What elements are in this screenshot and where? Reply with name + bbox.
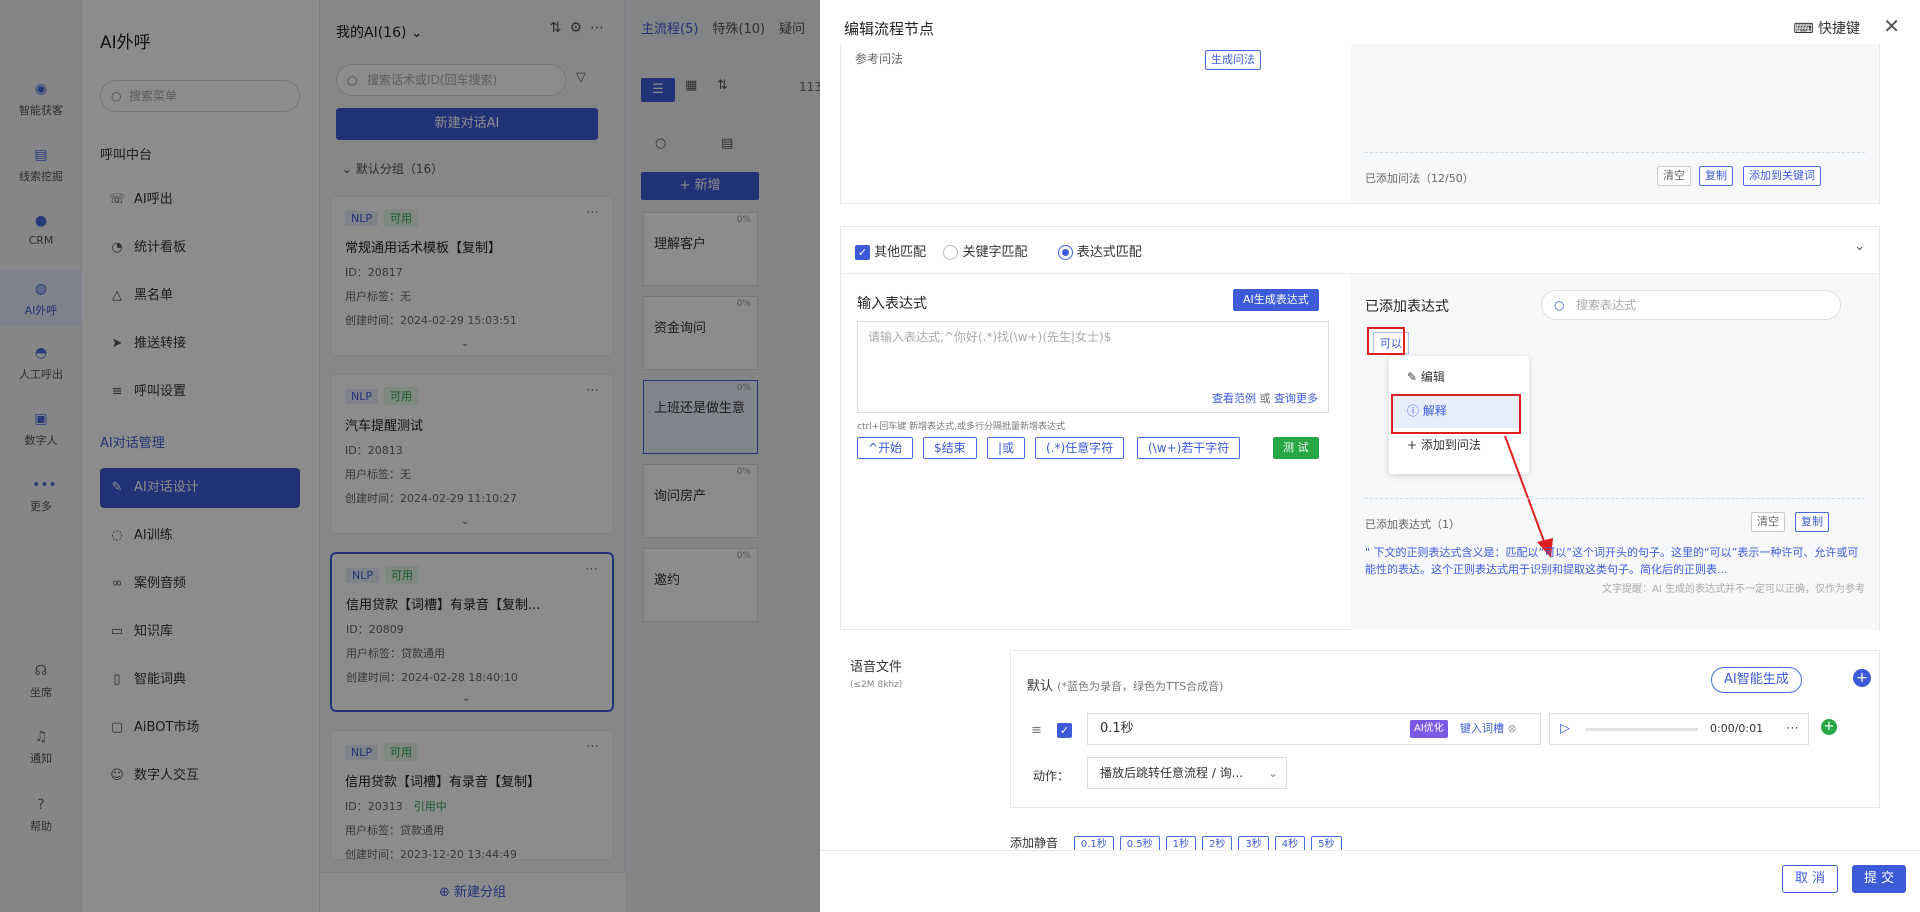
menu-add-to-question[interactable]: + 添加到问法	[1407, 436, 1481, 453]
search-icon: ○	[1554, 298, 1565, 312]
edit-node-drawer: 编辑流程节点 ⌨ 快捷键 ✕ 参考问法 生成问法 已添加问法（12/50） 清空…	[820, 0, 1920, 912]
action-select[interactable]: 播放后跳转任意流程 / 询... ⌄	[1087, 757, 1287, 789]
action-label: 动作：	[1033, 769, 1070, 783]
silence-chip[interactable]: 3秒	[1238, 836, 1269, 850]
modal-overlay[interactable]	[0, 0, 820, 912]
explain-text: " 下文的正则表达式含义是：匹配以“可以”这个词开头的句子。这里的“可以”表示一…	[1365, 546, 1859, 576]
drawer-title: 编辑流程节点	[844, 20, 935, 38]
ref-section: 参考问法 生成问法 已添加问法（12/50） 清空 复制 添加到关键词	[840, 44, 1880, 204]
search-expr-input[interactable]: ○ 搜索表达式	[1541, 290, 1841, 320]
voice-panel: 默认 (*蓝色为录音，绿色为TTS合成音) AI智能生成 + ≡ ✓ 0.1秒 …	[1010, 650, 1880, 808]
keyboard-icon: ⌨	[1793, 21, 1814, 37]
test-button[interactable]: 测 试	[1273, 437, 1319, 459]
chip-word[interactable]: (\w+)若干字符	[1137, 437, 1241, 459]
ai-smart-gen-button[interactable]: AI智能生成	[1711, 667, 1802, 693]
more-icon[interactable]: ⋯	[1786, 714, 1799, 744]
regex-match-radio[interactable]	[1057, 245, 1073, 260]
clear-button[interactable]: 清空	[1657, 166, 1691, 186]
close-icon[interactable]: ✕	[1883, 14, 1900, 38]
voice-sub: (≤2M 8khz)	[850, 680, 903, 690]
chip-or[interactable]: |或	[987, 437, 1026, 459]
added-question-count: 已添加问法（12/50）	[1365, 172, 1474, 185]
menu-edit[interactable]: ✎ 编辑	[1407, 368, 1445, 385]
silence-chip[interactable]: 0.5秒	[1119, 836, 1160, 850]
voice-label: 语音文件	[850, 660, 903, 675]
plus-icon: +	[1407, 438, 1418, 452]
audio-checkbox[interactable]: ✓	[1057, 723, 1072, 738]
added-expr-panel: 已添加表达式 ○ 搜索表达式 可以 ✎ 编辑 ⓘ 解释 + 添加到问法 已添加表达…	[1351, 274, 1879, 630]
chevron-down-icon: ⌄	[1267, 766, 1278, 780]
highlight-box	[1367, 327, 1405, 355]
silence-chip[interactable]: 0.1秒	[1073, 836, 1114, 850]
key-slot-link[interactable]: 键入词槽 ⊗	[1460, 714, 1517, 744]
clear-button[interactable]: 清空	[1751, 512, 1785, 532]
chip-end[interactable]: $结束	[923, 437, 977, 459]
highlight-box	[1391, 394, 1521, 434]
silence-chip[interactable]: 1秒	[1165, 836, 1197, 850]
audio-player: ▷ 0:00/0:01 ⋯	[1549, 713, 1809, 745]
input-expr-title: 输入表达式	[857, 296, 927, 312]
copy-button[interactable]: 复制	[1795, 512, 1829, 532]
ai-gen-expr-button[interactable]: AI生成表达式	[1233, 289, 1319, 311]
keyword-match-radio[interactable]	[943, 245, 959, 260]
added-expr-title: 已添加表达式	[1365, 299, 1449, 315]
match-section: ✓ 其他匹配 关键字匹配 表达式匹配 ⌄ 输入表达式 AI生成表达式 请输入表达…	[840, 226, 1880, 630]
view-example-link[interactable]: 查看范例	[1212, 392, 1256, 405]
added-question-panel: 已添加问法（12/50） 清空 复制 添加到关键词	[1351, 44, 1879, 202]
pen-icon: ✎	[1407, 370, 1418, 384]
drawer-footer: 取 消 提 交	[820, 850, 1920, 912]
play-icon[interactable]: ▷	[1560, 714, 1570, 744]
plus-circle-icon[interactable]: +	[1853, 669, 1871, 687]
expr-input[interactable]: 请输入表达式,^你好(.*)找(\w+)(先生|女士)$ 查看范例 或 查询更多	[857, 321, 1329, 413]
input-hint: ctrl+回车键 新增表达式,或多行分隔批量新增表达式	[857, 422, 1065, 432]
close-icon[interactable]: ⊗	[1508, 722, 1517, 735]
progress-bar[interactable]	[1586, 728, 1698, 731]
silence-chip[interactable]: 4秒	[1274, 836, 1306, 850]
audio-time: 0:00/0:01	[1710, 722, 1764, 735]
submit-button[interactable]: 提 交	[1852, 865, 1907, 893]
shortcut-button[interactable]: ⌨ 快捷键	[1793, 18, 1860, 38]
silence-row: 添加静音 0.1秒 0.5秒 1秒 2秒 3秒 4秒 5秒	[1010, 834, 1348, 850]
ai-optimize-button[interactable]: AI优化	[1410, 720, 1448, 738]
chip-any[interactable]: (.*)任意字符	[1035, 437, 1125, 459]
chevron-down-icon[interactable]: ⌄	[1854, 239, 1865, 254]
silence-chip[interactable]: 2秒	[1202, 836, 1233, 850]
gen-question-button[interactable]: 生成问法	[1205, 50, 1261, 70]
added-expr-count: 已添加表达式（1）	[1365, 518, 1460, 531]
query-more-link[interactable]: 查询更多	[1274, 392, 1318, 405]
chip-start[interactable]: ^开始	[857, 437, 914, 459]
copy-button[interactable]: 复制	[1699, 166, 1733, 186]
silence-chip[interactable]: 5秒	[1311, 836, 1342, 850]
ai-notice: 文字提醒：AI 生成的表达式并不一定可以正确，仅作为参考	[1602, 584, 1865, 595]
plus-circle-icon[interactable]: +	[1821, 719, 1837, 735]
ref-label: 参考问法	[855, 52, 904, 66]
drag-handle-icon[interactable]: ≡	[1031, 723, 1042, 738]
match-options: ✓ 其他匹配 关键字匹配 表达式匹配	[855, 241, 1142, 260]
other-match-checkbox[interactable]: ✓	[855, 245, 870, 260]
default-label: 默认 (*蓝色为录音，绿色为TTS合成音)	[1027, 679, 1224, 694]
audio-text-input[interactable]: 0.1秒 AI优化 键入词槽 ⊗	[1087, 713, 1541, 745]
cancel-button[interactable]: 取 消	[1782, 865, 1839, 893]
add-to-keyword-button[interactable]: 添加到关键词	[1743, 166, 1821, 186]
